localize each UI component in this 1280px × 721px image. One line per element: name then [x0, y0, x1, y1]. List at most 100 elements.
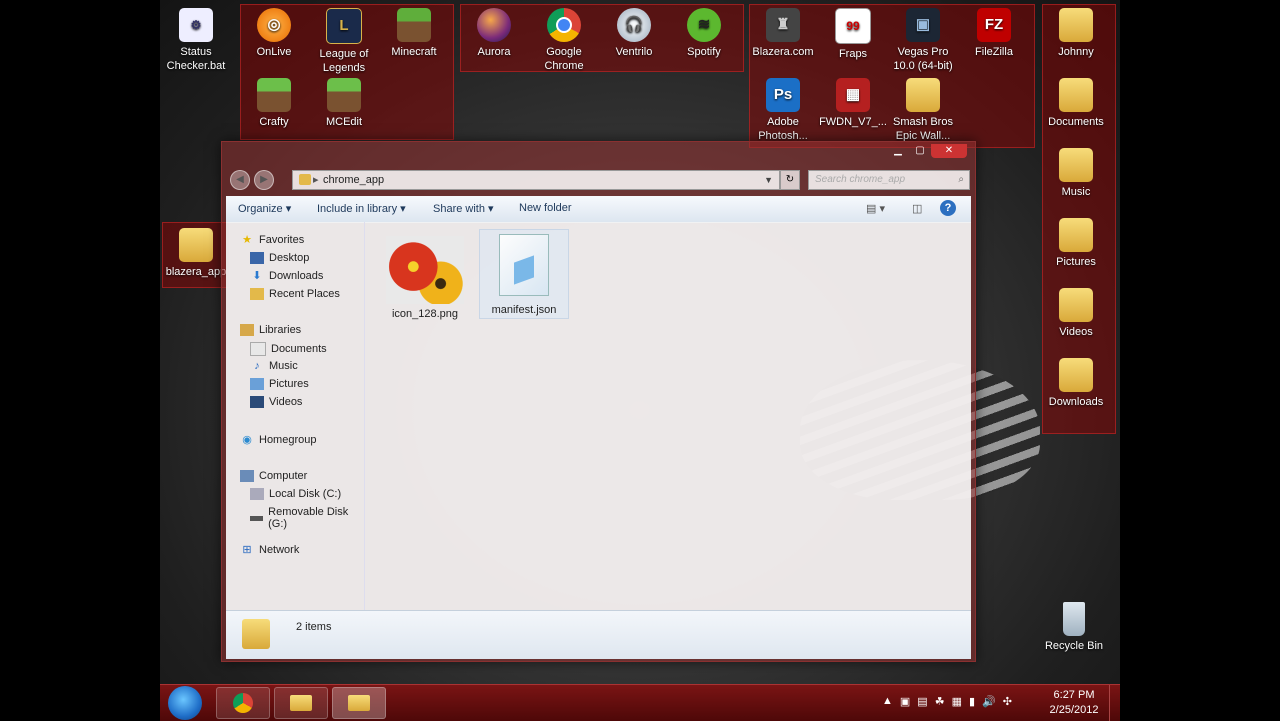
taskbar: ▲ ▣ ▤ ☘ ▦ ▮ 🔊 ✣ 6:27 PM 2/25/2012: [160, 684, 1120, 721]
nav-desktop[interactable]: Desktop: [250, 252, 309, 264]
downloads-icon: ⬇: [252, 270, 262, 282]
desktop-icon-johnny[interactable]: Johnny: [1040, 8, 1112, 59]
nav-network[interactable]: ⊞ Network: [240, 544, 299, 556]
file-item[interactable]: icon_128.png: [381, 236, 469, 320]
desktop-icon-music[interactable]: Music: [1040, 148, 1112, 199]
caption-buttons: ▁ ▢ ✕: [887, 144, 967, 158]
organize-button[interactable]: Organize ▾: [238, 202, 291, 215]
explorer-icon: [290, 695, 312, 711]
fwdn-icon: ▦: [836, 78, 870, 112]
desktop-icon-ventrilo[interactable]: 🎧 Ventrilo: [598, 8, 670, 59]
desktop-icon-documents[interactable]: Documents: [1040, 78, 1112, 129]
forward-button[interactable]: ▶: [254, 170, 274, 190]
nav-libraries[interactable]: Libraries: [240, 324, 301, 336]
help-icon[interactable]: ?: [940, 200, 956, 216]
desktop-icon-status-checker[interactable]: ⚙ Status Checker.bat: [160, 8, 232, 73]
navigation-pane: ★ Favorites Desktop ⬇ Downloads Recent Pla…: [226, 222, 365, 610]
system-tray: ▲ ▣ ▤ ☘ ▦ ▮ 🔊 ✣: [882, 695, 1012, 708]
desktop-icon-pictures[interactable]: Pictures: [1040, 218, 1112, 269]
chrome-icon: [233, 693, 253, 713]
explorer-window: ▁ ▢ ✕ ◀ ▶ ▸ chrome_app ▼ ↻ Search chrome…: [221, 141, 976, 662]
nav-documents[interactable]: Documents: [250, 342, 327, 356]
file-list: icon_128.png manifest.json: [366, 222, 971, 610]
nav-homegroup[interactable]: ◉ Homegroup: [240, 434, 316, 446]
nav-videos[interactable]: Videos: [250, 396, 302, 408]
desktop-icon-downloads[interactable]: Downloads: [1040, 358, 1112, 409]
new-folder-button[interactable]: New folder: [519, 202, 572, 214]
desktop-icon-chrome[interactable]: Google Chrome: [528, 8, 600, 73]
back-button[interactable]: ◀: [230, 170, 250, 190]
search-input[interactable]: Search chrome_app ⌕: [808, 170, 970, 190]
computer-icon: [240, 470, 254, 482]
network-signal-icon[interactable]: ▮: [969, 695, 975, 708]
nav-removable-disk[interactable]: Removable Disk (G:): [250, 506, 364, 530]
volume-icon[interactable]: 🔊: [982, 695, 996, 708]
clock[interactable]: 6:27 PM 2/25/2012: [1044, 688, 1104, 718]
desktop-icon-onlive[interactable]: ◎ OnLive: [238, 8, 310, 59]
desktop-icon-fraps[interactable]: 99 Fraps: [817, 8, 889, 61]
nav-favorites[interactable]: ★ Favorites: [240, 234, 304, 246]
include-in-library-button[interactable]: Include in library ▾: [317, 202, 406, 215]
star-icon: ★: [242, 234, 252, 246]
hard-drive-icon: [250, 488, 264, 500]
address-bar[interactable]: ▸ chrome_app ▼: [292, 170, 780, 190]
desktop-icon-vegas[interactable]: ▣ Vegas Pro 10.0 (64-bit): [887, 8, 959, 73]
folder-icon: [179, 228, 213, 262]
nav-computer[interactable]: Computer: [240, 470, 307, 482]
music-folder-icon: [1059, 148, 1093, 182]
desktop-icon-mcedit[interactable]: MCEdit: [308, 78, 380, 129]
maximize-button[interactable]: ▢: [909, 144, 931, 158]
tray-app-icon[interactable]: ▤: [917, 695, 927, 708]
batch-file-icon: ⚙: [179, 8, 213, 42]
taskbar-active-window-button[interactable]: [332, 687, 386, 719]
tray-app-icon[interactable]: ☘: [935, 695, 945, 708]
desktop-icon-videos[interactable]: Videos: [1040, 288, 1112, 339]
taskbar-chrome-button[interactable]: [216, 687, 270, 719]
nav-downloads[interactable]: ⬇ Downloads: [250, 270, 323, 282]
documents-folder-icon: [1059, 78, 1093, 112]
nav-local-disk[interactable]: Local Disk (C:): [250, 488, 341, 500]
desktop-icon-blazera-com[interactable]: ♜ Blazera.com: [747, 8, 819, 59]
tray-app-icon[interactable]: ▣: [900, 695, 910, 708]
desktop-icon-photoshop[interactable]: Ps Adobe Photosh...: [747, 78, 819, 143]
desktop-icon-fwdn[interactable]: ▦ FWDN_V7_...: [817, 78, 889, 129]
taskbar-explorer-button[interactable]: [274, 687, 328, 719]
file-item-selected[interactable]: manifest.json: [479, 229, 569, 319]
nav-pictures[interactable]: Pictures: [250, 378, 309, 390]
minimize-button[interactable]: ▁: [887, 144, 909, 158]
breadcrumb: chrome_app: [323, 174, 385, 186]
command-bar: Organize ▾ Include in library ▾ Share wi…: [226, 196, 971, 223]
view-options-icon[interactable]: ▤ ▾: [866, 202, 885, 215]
desktop-icon-spotify[interactable]: ≋ Spotify: [668, 8, 740, 59]
tray-app-icon[interactable]: ▦: [952, 695, 962, 708]
close-button[interactable]: ✕: [931, 144, 967, 158]
desktop-icon-filezilla[interactable]: FZ FileZilla: [958, 8, 1030, 59]
desktop-icon-league[interactable]: L League of Legends: [308, 8, 380, 75]
aurora-icon: [477, 8, 511, 42]
explorer-body: ★ Favorites Desktop ⬇ Downloads Recent Pla…: [226, 222, 971, 610]
desktop-icon-minecraft[interactable]: Minecraft: [378, 8, 450, 59]
network-icon: ⊞: [242, 544, 252, 556]
pictures-icon: [250, 378, 264, 390]
desktop-icon-crafty[interactable]: Crafty: [238, 78, 310, 129]
vegas-pro-icon: ▣: [906, 8, 940, 42]
blazera-icon: ♜: [766, 8, 800, 42]
share-with-button[interactable]: Share with ▾: [433, 202, 494, 215]
chevron-down-icon[interactable]: ▼: [764, 171, 773, 189]
show-desktop-button[interactable]: [1109, 685, 1120, 721]
pictures-folder-icon: [1059, 218, 1093, 252]
refresh-button[interactable]: ↻: [780, 170, 800, 190]
preview-pane-icon[interactable]: ◫: [912, 202, 922, 215]
nav-recent-places[interactable]: Recent Places: [250, 288, 340, 300]
documents-icon: [250, 342, 266, 356]
league-of-legends-icon: L: [326, 8, 362, 44]
show-hidden-icons-icon[interactable]: ▲: [882, 695, 893, 708]
desktop-icon-recycle-bin[interactable]: Recycle Bin: [1038, 602, 1110, 653]
start-button[interactable]: [168, 686, 202, 720]
nav-music[interactable]: ♪ Music: [250, 360, 297, 372]
desktop-icon-smash-bros[interactable]: Smash Bros Epic Wall...: [887, 78, 959, 143]
desktop-icon-aurora[interactable]: Aurora: [458, 8, 530, 59]
tray-app-icon[interactable]: ✣: [1003, 695, 1012, 708]
filezilla-icon: FZ: [977, 8, 1011, 42]
recycle-bin-icon: [1063, 602, 1085, 636]
